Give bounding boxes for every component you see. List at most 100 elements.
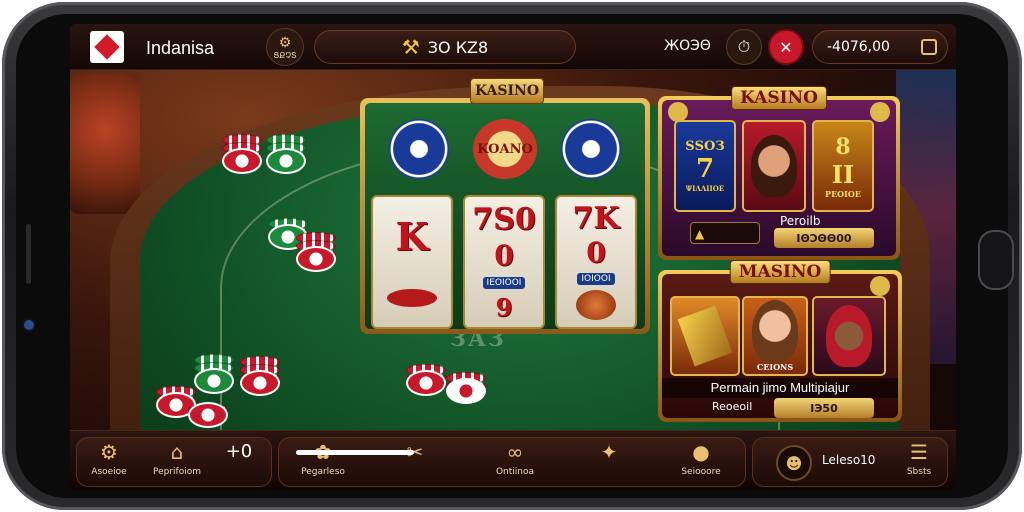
game-card-masino[interactable]: CEIONS Permain jimo Multipiajur Reoeoil … bbox=[658, 260, 902, 422]
wallet-icon bbox=[921, 39, 937, 55]
tile-number: ΙΙ bbox=[831, 159, 855, 189]
card-value: ІЭ50 bbox=[774, 398, 874, 418]
user-avatar-button[interactable]: ☻ bbox=[776, 445, 812, 481]
chip-stack-green[interactable] bbox=[194, 354, 234, 394]
tile-sub: ΡΕΟΙΟΕ bbox=[825, 188, 861, 199]
balance-display[interactable]: -4076,00 bbox=[812, 30, 948, 64]
front-camera bbox=[24, 320, 34, 330]
nav-item[interactable]: ⚙ Asoeioe bbox=[74, 439, 144, 477]
tile-sub: ΨΙΛΛΙΙΟΕ bbox=[685, 184, 725, 193]
reel-orb-icon bbox=[576, 290, 616, 321]
card-label: Peroilb bbox=[780, 214, 821, 228]
plus-zero-icon: +0 bbox=[225, 441, 253, 462]
app-logo[interactable] bbox=[90, 31, 124, 63]
chip-stack-green[interactable] bbox=[266, 134, 306, 174]
jackpot-display[interactable]: ⚒ ЗО КZ8 bbox=[314, 30, 576, 64]
nav-label: Seiooore bbox=[681, 467, 721, 477]
chip-stack-red[interactable] bbox=[188, 402, 228, 428]
slot-top-symbol: KOANO bbox=[473, 119, 537, 179]
chip-stack-white[interactable] bbox=[446, 372, 486, 404]
game-tile-character[interactable]: CEIONS bbox=[742, 296, 808, 376]
card-panel: CEIONS Permain jimo Multipiajur Reoeoil … bbox=[662, 274, 898, 418]
corner-ornament-icon bbox=[870, 276, 890, 296]
home-button[interactable] bbox=[978, 230, 1014, 290]
nav-item[interactable]: +0 bbox=[204, 439, 274, 465]
nav-label: Peprifoiom bbox=[152, 467, 201, 477]
game-card-kasino[interactable]: ЅЅОЗ 7 ΨΙΛΛΙΙΟΕ 8 ΙΙ ΡΕΟΙΟΕ ▲ Peroilb ΙΘ… bbox=[658, 86, 900, 260]
stat-label: ЖОЭΘ bbox=[664, 38, 711, 54]
slot-machine-panel: KOANO K 7Ѕ0 0 ΙΕΟΙΟΟΙ 9 7K 0 ΙΟΙΟΟΙ bbox=[365, 103, 645, 329]
chip-stack-red[interactable] bbox=[222, 134, 262, 174]
character-portrait bbox=[752, 300, 798, 362]
game-tile[interactable] bbox=[670, 296, 740, 376]
tile-sub: CEIONS bbox=[756, 362, 794, 372]
character-portrait bbox=[826, 305, 872, 367]
chip-stack-red[interactable] bbox=[406, 364, 446, 396]
slot-title: KASINO bbox=[470, 78, 544, 104]
corner-ornament-icon bbox=[870, 102, 890, 122]
tile-number: 7 bbox=[695, 154, 715, 184]
blue-chip-icon bbox=[561, 119, 621, 179]
game-tile-character[interactable] bbox=[742, 120, 806, 212]
card-title: MASINO bbox=[729, 260, 831, 284]
home-indicator[interactable] bbox=[296, 450, 414, 455]
card-panel: ЅЅОЗ 7 ΨΙΛΛΙΙΟΕ 8 ΙΙ ΡΕΟΙΟΕ ▲ Peroilb ΙΘ… bbox=[662, 100, 896, 256]
arrow-icon: ▲ bbox=[695, 227, 705, 241]
coin-icon: ● bbox=[692, 440, 710, 464]
slot-reel-2: 7Ѕ0 0 ΙΕΟΙΟΟΙ 9 bbox=[463, 195, 545, 329]
badge-icon: ⚙ bbox=[278, 34, 292, 51]
reel-sub-label: ΙΕΟΙΟΟΙ bbox=[482, 276, 526, 289]
slot-reel-1: K bbox=[371, 195, 453, 329]
game-tile[interactable]: 8 ΙΙ ΡΕΟΙΟΕ bbox=[812, 120, 874, 212]
nav-label: Sbsts bbox=[906, 467, 932, 477]
nav-item[interactable]: ⌂ Peprifoiom bbox=[142, 439, 212, 477]
user-icon: ☻ bbox=[785, 453, 803, 473]
bottom-nav: ⚙ Asoeioe ⌂ Peprifoiom +0 ✿ Pegarleso ✂ … bbox=[70, 430, 956, 490]
reel-symbol-0: 0 bbox=[494, 238, 514, 272]
badge-label: ՑՔՉՏ bbox=[273, 50, 297, 60]
corner-ornament-icon bbox=[668, 102, 688, 122]
jackpot-amount: ЗО КZ8 bbox=[427, 37, 489, 57]
logo-icon bbox=[94, 34, 120, 60]
trumpet-icon bbox=[677, 305, 733, 367]
game-screen: ЗАЗ KOANO K 7Ѕ0 0 ΙΕΟΙΟΟΙ 9 7K 0 ΙΟΙΟΟΙ … bbox=[70, 24, 956, 490]
user-label: Leleso10 bbox=[822, 453, 876, 467]
reel-symbol: 7Ѕ0 bbox=[472, 201, 536, 237]
card-value: ΙΘϽΘΘ00 bbox=[774, 228, 874, 248]
chip-stack-red[interactable] bbox=[296, 232, 336, 272]
sparkle-icon: ✦ bbox=[600, 440, 618, 464]
nav-item[interactable]: ● Seiooore bbox=[666, 439, 736, 477]
brand-name: Indanisa bbox=[146, 38, 215, 58]
reel-symbol-bottom: 9 bbox=[495, 292, 513, 322]
card-title: KASINO bbox=[731, 86, 827, 110]
reel-symbol: 7K bbox=[572, 200, 620, 236]
nav-item[interactable]: ✦ bbox=[574, 439, 644, 465]
arcade-machine-left bbox=[70, 74, 140, 214]
bell-icon: ⌂ bbox=[170, 440, 184, 464]
tile-text: ЅЅОЗ bbox=[685, 139, 725, 154]
link-icon: ∞ bbox=[506, 440, 524, 464]
gear-icon: ⚙ bbox=[100, 440, 118, 464]
timer-icon: ⏱ bbox=[737, 37, 751, 56]
slot-reel-3: 7K 0 ΙΟΙΟΟΙ bbox=[555, 195, 637, 329]
card-caption: Permain jimo Multipiajur bbox=[662, 378, 898, 398]
nav-label: Asoeioe bbox=[91, 467, 127, 477]
menu-icon: ☰ bbox=[910, 440, 928, 464]
nav-item[interactable]: ☰ Sbsts bbox=[884, 439, 954, 477]
slot-machine[interactable]: KOANO K 7Ѕ0 0 ΙΕΟΙΟΟΙ 9 7K 0 ΙΟΙΟΟΙ bbox=[360, 98, 650, 334]
game-tile-character[interactable] bbox=[812, 296, 886, 376]
reel-sub-label: ΙΟΙΟΟΙ bbox=[577, 272, 615, 285]
nav-item[interactable]: ✿ Pegarleso bbox=[288, 439, 358, 477]
close-button[interactable]: ✕ bbox=[768, 29, 804, 65]
hammer-icon: ⚒ bbox=[401, 35, 420, 59]
top-bar: Indanisa ⚙ ՑՔՉՏ ⚒ ЗО КZ8 ЖОЭΘ ⏱ ✕ -4076,… bbox=[70, 24, 956, 70]
timer-button[interactable]: ⏱ bbox=[726, 29, 762, 65]
profile-badge[interactable]: ⚙ ՑՔՉՏ bbox=[266, 28, 304, 66]
nav-item[interactable]: ∞ Ontiinoa bbox=[480, 439, 550, 477]
reel-symbol-0: 0 bbox=[586, 236, 606, 270]
chip-stack-red[interactable] bbox=[240, 356, 280, 396]
close-icon: ✕ bbox=[779, 37, 793, 57]
game-tile[interactable]: ЅЅОЗ 7 ΨΙΛΛΙΙΟΕ bbox=[674, 120, 736, 212]
card-input[interactable]: ▲ bbox=[690, 222, 760, 244]
phone-speaker bbox=[26, 224, 31, 284]
